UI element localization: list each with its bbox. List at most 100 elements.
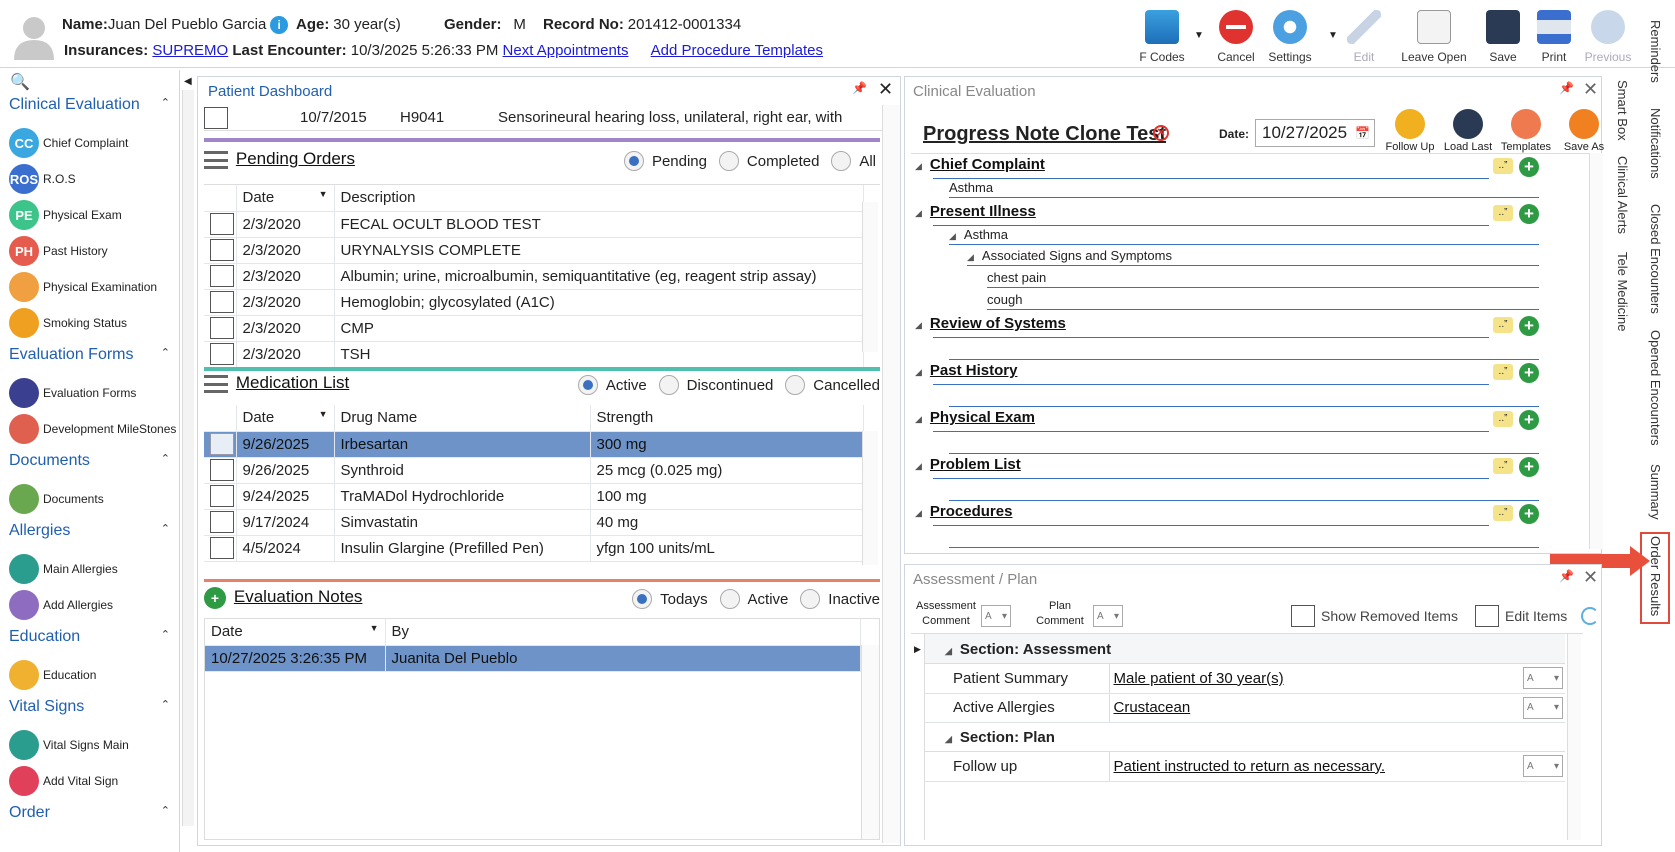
pi-item-asthma[interactable]: ◢ Asthma xyxy=(949,227,1539,245)
collapse-triangle-icon[interactable]: ◢ xyxy=(915,367,922,377)
quote-icon[interactable]: ..” xyxy=(1493,364,1513,380)
nav-section-header[interactable]: Evaluation Forms ⌃ xyxy=(0,346,170,364)
pin-icon[interactable]: 📌 xyxy=(1559,81,1574,95)
nav-item[interactable]: PE Physical Exam xyxy=(0,196,178,234)
add-icon[interactable]: + xyxy=(1519,457,1539,477)
col-strength[interactable]: Strength xyxy=(597,409,654,426)
sort-icon[interactable]: ▼ xyxy=(319,189,328,199)
row-checkbox[interactable] xyxy=(210,317,234,339)
medication-list-title[interactable]: Medication List xyxy=(236,373,349,392)
sort-icon[interactable]: ▼ xyxy=(319,409,328,419)
ce-section-row[interactable]: ◢ Review of Systems xyxy=(915,315,1555,339)
collapse-triangle-icon[interactable]: ◢ xyxy=(915,461,922,471)
radio-active[interactable]: Active xyxy=(577,375,647,395)
row-checkbox[interactable] xyxy=(210,239,234,261)
save-as-button[interactable]: Save As xyxy=(1555,109,1613,153)
previous-button[interactable]: Previous xyxy=(1578,8,1638,66)
assessment-comment-dropdown[interactable]: A ▾ xyxy=(981,605,1011,627)
add-procedure-templates-link[interactable]: Add Procedure Templates xyxy=(651,42,823,59)
nav-section-header[interactable]: Documents ⌃ xyxy=(0,452,170,470)
follow-up-button[interactable]: Follow Up xyxy=(1381,109,1439,153)
collapse-triangle-icon[interactable]: ◢ xyxy=(915,320,922,330)
nav-section-header[interactable]: Vital Signs ⌃ xyxy=(0,698,170,716)
remove-note-icon[interactable]: ✕ xyxy=(1153,125,1169,141)
table-row[interactable]: 2/3/2020 TSH xyxy=(204,341,864,368)
chevron-up-icon[interactable]: ⌃ xyxy=(161,522,170,540)
dashboard-scrollbar[interactable] xyxy=(882,105,900,843)
plan-comment-dropdown[interactable]: A ▾ xyxy=(1093,605,1123,627)
table-row[interactable]: Follow up Patient instructed to return as… xyxy=(925,752,1565,782)
row-checkbox[interactable] xyxy=(210,433,234,455)
collapse-triangle-icon[interactable]: ◢ xyxy=(915,508,922,518)
pending-orders-title[interactable]: Pending Orders xyxy=(236,149,355,168)
ce-section-title[interactable]: Problem List xyxy=(930,456,1021,473)
tab-closed-encounters[interactable]: Closed Encounters xyxy=(1648,204,1663,314)
row-checkbox[interactable] xyxy=(210,291,234,313)
row-checkbox[interactable] xyxy=(210,485,234,507)
col-drug-name[interactable]: Drug Name xyxy=(341,409,418,426)
quote-icon[interactable]: ..” xyxy=(1493,317,1513,333)
edit-items-checkbox[interactable] xyxy=(1475,605,1499,627)
ce-section-row[interactable]: ◢ Present Illness xyxy=(915,203,1555,227)
row-checkbox[interactable] xyxy=(210,343,234,365)
nav-item[interactable]: Main Allergies xyxy=(0,550,178,588)
ce-scrollbar[interactable] xyxy=(1589,153,1603,549)
info-icon[interactable]: i xyxy=(270,16,289,34)
collapse-triangle-icon[interactable]: ◢ xyxy=(915,161,922,171)
quote-icon[interactable]: ..” xyxy=(1493,505,1513,521)
table-row[interactable]: 2/3/2020 CMP xyxy=(204,315,864,342)
nav-item[interactable]: PH Past History xyxy=(0,232,178,270)
show-removed-toggle[interactable]: Show Removed Items xyxy=(1291,605,1458,627)
edit-items-toggle[interactable]: Edit Items xyxy=(1475,605,1567,627)
pending-scrollbar[interactable] xyxy=(862,202,878,352)
ap-scrollbar[interactable] xyxy=(1567,634,1581,840)
chevron-up-icon[interactable]: ⌃ xyxy=(161,96,170,114)
refresh-icon[interactable] xyxy=(1581,607,1599,625)
table-row[interactable]: 2/3/2020 URYNALYSIS COMPLETE xyxy=(204,237,864,264)
add-note-icon[interactable]: + xyxy=(204,587,226,610)
chevron-up-icon[interactable]: ⌃ xyxy=(161,628,170,646)
collapse-triangle-icon[interactable]: ◢ xyxy=(915,414,922,424)
radio-inactive[interactable]: Inactive xyxy=(800,589,880,609)
close-icon[interactable]: ✕ xyxy=(1583,567,1598,588)
insurance-link[interactable]: SUPREMO xyxy=(152,42,228,59)
chevron-up-icon[interactable]: ⌃ xyxy=(161,346,170,364)
nav-section-header[interactable]: Clinical Evaluation ⌃ xyxy=(0,96,170,114)
medication-scrollbar[interactable] xyxy=(862,431,878,565)
evalnotes-scrollbar[interactable] xyxy=(861,645,879,839)
chevron-up-icon[interactable]: ⌃ xyxy=(161,804,170,822)
row-checkbox[interactable] xyxy=(210,459,234,481)
section-assessment-row[interactable]: ◢ Section: Assessment xyxy=(925,634,1565,664)
cc-item-asthma[interactable]: Asthma xyxy=(949,180,1539,198)
collapse-triangle-icon[interactable]: ◢ xyxy=(915,208,922,218)
quote-icon[interactable]: ..” xyxy=(1493,411,1513,427)
tab-opened-encounters[interactable]: Opened Encounters xyxy=(1648,330,1663,446)
radio-todays[interactable]: Todays xyxy=(632,589,708,609)
show-removed-checkbox[interactable] xyxy=(1291,605,1315,627)
table-row[interactable]: 10/27/2025 3:26:35 PM Juanita Del Pueblo xyxy=(205,645,861,672)
leave-open-button[interactable]: Leave Open xyxy=(1401,8,1467,66)
col-by[interactable]: By xyxy=(392,623,410,640)
radio-cancelled[interactable]: Cancelled xyxy=(785,375,880,395)
print-button[interactable]: Print xyxy=(1524,8,1584,66)
collapse-nav-icon[interactable]: ◀ xyxy=(184,76,192,87)
empty-entry-line[interactable] xyxy=(949,359,1539,360)
add-icon[interactable]: + xyxy=(1519,157,1539,177)
tab-tele-medicine[interactable]: Tele Medicine xyxy=(1615,252,1630,332)
tab-order-results[interactable]: Order Results xyxy=(1648,536,1663,616)
fcodes-button[interactable]: F Codes xyxy=(1132,8,1192,66)
collapse-triangle-icon[interactable]: ◢ xyxy=(949,231,956,241)
col-description[interactable]: Description xyxy=(341,189,416,206)
evaluation-notes-title[interactable]: Evaluation Notes xyxy=(234,587,363,606)
ce-section-row[interactable]: ◢ Past History xyxy=(915,362,1555,386)
radio-pending[interactable]: Pending xyxy=(623,151,707,171)
empty-entry-line[interactable] xyxy=(949,547,1539,548)
chevron-up-icon[interactable]: ⌃ xyxy=(161,698,170,716)
ce-section-title[interactable]: Past History xyxy=(930,362,1018,379)
note-title[interactable]: Progress Note Clone Test xyxy=(923,123,1166,146)
nav-item[interactable]: Vital Signs Main xyxy=(0,726,178,764)
empty-entry-line[interactable] xyxy=(949,453,1539,454)
row-format-dropdown[interactable]: A ▾ xyxy=(1523,667,1563,690)
nav-scrollbar[interactable] xyxy=(182,90,194,826)
quote-icon[interactable]: ..” xyxy=(1493,205,1513,221)
